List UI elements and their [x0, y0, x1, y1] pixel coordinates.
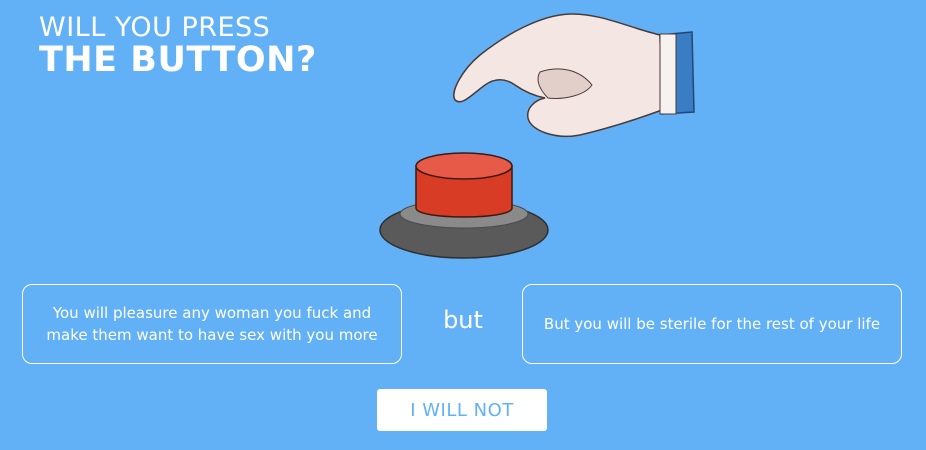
game-stage: WILL YOU PRESS THE BUTTON? You will plea… — [0, 0, 926, 450]
benefit-card: You will pleasure any woman you fuck and… — [22, 284, 402, 364]
connector-text: but — [443, 306, 483, 334]
decline-button[interactable]: I WILL NOT — [377, 389, 547, 431]
red-button-icon — [379, 152, 549, 259]
drawback-card: But you will be sterile for the rest of … — [522, 284, 902, 364]
benefit-text: You will pleasure any woman you fuck and… — [46, 304, 378, 344]
drawback-text: But you will be sterile for the rest of … — [543, 315, 881, 333]
pointing-hand-icon — [453, 13, 695, 138]
illustration — [379, 13, 695, 259]
